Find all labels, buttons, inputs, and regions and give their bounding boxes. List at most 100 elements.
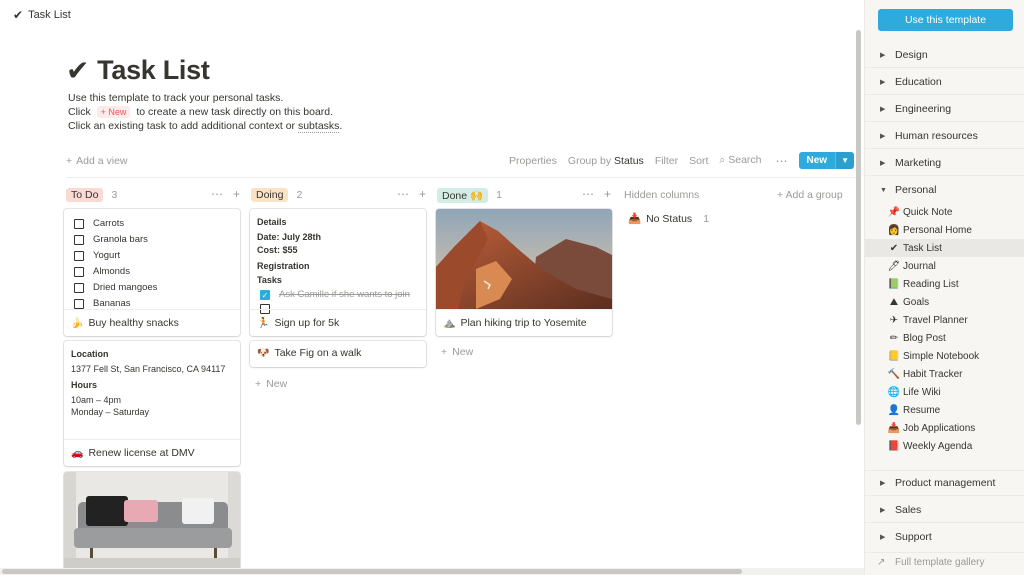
column-count: 1 <box>496 189 502 201</box>
add-view-button[interactable]: + Add a view <box>66 155 128 167</box>
template-journal[interactable]: 🖊 Journal <box>865 257 1024 275</box>
category-label: Engineering <box>895 102 952 115</box>
template-label: Habit Tracker <box>903 368 963 380</box>
prop-label: Hours <box>71 380 98 390</box>
checklist-item[interactable]: Yogurt <box>74 250 120 261</box>
template-blog-post[interactable]: ✏ Blog Post <box>865 329 1024 347</box>
template-travel-planner[interactable]: ✈ Travel Planner <box>865 311 1024 329</box>
status-tag-done: Done 🙌 <box>437 187 489 203</box>
template-label: Travel Planner <box>903 314 968 326</box>
properties-button[interactable]: Properties <box>509 155 557 167</box>
template-task-list[interactable]: ✔ Task List <box>865 239 1024 257</box>
category-human-resources[interactable]: ▶ Human resources <box>865 123 1024 149</box>
horizontal-scrollbar[interactable] <box>2 569 742 574</box>
column-header-doing[interactable]: Doing 2 ⋯ + <box>251 187 426 203</box>
category-label: Design <box>895 48 928 61</box>
checklist-item[interactable]: Carrots <box>74 218 124 229</box>
subtasks-link[interactable]: subtasks <box>297 120 340 133</box>
card-buy-healthy-snacks[interactable]: Carrots Granola bars Yogurt Almonds Drie… <box>64 209 240 336</box>
dog-icon: 🐶 <box>257 347 270 359</box>
inbox-icon: 📥 <box>887 422 901 434</box>
template-job-applications[interactable]: 📥 Job Applications <box>865 419 1024 437</box>
sort-button[interactable]: Sort <box>689 155 708 167</box>
checkbox[interactable] <box>74 266 84 277</box>
template-resume[interactable]: 👤 Resume <box>865 401 1024 419</box>
template-reading-list[interactable]: 📗 Reading List <box>865 275 1024 293</box>
full-template-gallery-link[interactable]: ↗ Full template gallery <box>865 552 1024 572</box>
new-button-label[interactable]: New <box>798 152 836 169</box>
red-book-icon: 📕 <box>887 440 901 452</box>
checklist-text: Carrots <box>93 218 125 229</box>
filter-button[interactable]: Filter <box>655 155 678 167</box>
template-simple-notebook[interactable]: 📒 Simple Notebook <box>865 347 1024 365</box>
checklist-text: Ask Camille if she wants to join <box>279 289 410 300</box>
card-renew-license[interactable]: Location 1377 Fell St, San Francisco, CA… <box>64 341 240 466</box>
new-card-button-done[interactable]: + New <box>441 346 473 358</box>
breadcrumb[interactable]: ✔ Task List <box>13 8 71 22</box>
plus-icon[interactable]: + <box>419 187 426 201</box>
card-title-text: Renew license at DMV <box>88 447 195 459</box>
card-title: 🏃 Sign up for 5k <box>257 317 339 329</box>
more-options-icon[interactable]: ⋯ <box>776 154 789 168</box>
no-status-group[interactable]: 📥 No Status 1 <box>628 212 709 226</box>
category-design[interactable]: ▶ Design <box>865 42 1024 68</box>
column-header-todo[interactable]: To Do 3 ⋯ + <box>66 187 240 203</box>
category-education[interactable]: ▶ Education <box>865 69 1024 95</box>
checklist-item[interactable]: Almonds <box>74 266 130 277</box>
column-header-done[interactable]: Done 🙌 1 ⋯ + <box>437 187 611 203</box>
template-goals[interactable]: ⛰ Goals <box>865 293 1024 311</box>
template-personal-home[interactable]: 👩 Personal Home <box>865 221 1024 239</box>
new-chip: + New <box>96 106 131 118</box>
chevron-down-icon[interactable]: ▼ <box>835 152 854 169</box>
checklist-text: Yogurt <box>93 250 121 261</box>
category-engineering[interactable]: ▶ Engineering <box>865 96 1024 122</box>
prop-value: 1377 Fell St, San Francisco, CA 94117 <box>71 364 226 374</box>
group-by-button[interactable]: Group by Status <box>568 155 644 167</box>
caret-right-icon: ▶ <box>880 132 886 140</box>
checkbox[interactable] <box>74 234 84 245</box>
category-sales[interactable]: ▶ Sales <box>865 497 1024 523</box>
person-icon: 👩 <box>887 224 901 236</box>
template-habit-tracker[interactable]: 🔨 Habit Tracker <box>865 365 1024 383</box>
category-personal[interactable]: ▼ Personal <box>865 177 1024 203</box>
more-options-icon[interactable]: ⋯ <box>397 187 409 201</box>
card-couch[interactable] <box>64 472 240 572</box>
book-icon: 📗 <box>887 278 901 290</box>
use-template-button[interactable]: Use this template <box>878 9 1013 31</box>
more-options-icon[interactable]: ⋯ <box>582 187 594 201</box>
card-take-fig-walk[interactable]: 🐶 Take Fig on a walk <box>250 341 426 367</box>
category-marketing[interactable]: ▶ Marketing <box>865 150 1024 176</box>
caret-right-icon: ▶ <box>880 506 886 514</box>
view-toolbar: + Add a view Properties Group by Status … <box>66 152 854 172</box>
plus-icon: + <box>66 155 73 167</box>
vertical-scrollbar[interactable] <box>856 30 861 425</box>
more-options-icon[interactable]: ⋯ <box>211 187 223 201</box>
new-button[interactable]: New ▼ <box>798 152 854 169</box>
checkbox[interactable] <box>74 282 84 293</box>
new-card-button-doing[interactable]: + New <box>255 378 287 390</box>
couch-image <box>64 472 240 572</box>
plus-icon[interactable]: + <box>604 187 611 201</box>
checkbox[interactable] <box>74 298 84 309</box>
card-divider <box>64 439 240 440</box>
category-support[interactable]: ▶ Support <box>865 524 1024 550</box>
search-button[interactable]: ⌕ Search <box>719 154 761 167</box>
category-product-management[interactable]: ▶ Product management <box>865 470 1024 496</box>
template-quick-note[interactable]: 📌 Quick Note <box>865 203 1024 221</box>
checklist-item[interactable]: Dried mangoes <box>74 282 157 293</box>
page-title[interactable]: ✔ Task List <box>66 54 210 87</box>
checkbox[interactable] <box>74 250 84 261</box>
checkbox-checked[interactable]: ✓ <box>260 289 270 300</box>
card-plan-hiking[interactable]: ⛰️ Plan hiking trip to Yosemite <box>436 209 612 336</box>
plus-icon[interactable]: + <box>233 187 240 201</box>
caret-right-icon: ▶ <box>880 78 886 86</box>
prop-value: Monday – Saturday <box>71 407 150 417</box>
add-group-button[interactable]: + Add a group <box>777 189 843 201</box>
template-life-wiki[interactable]: 🌐 Life Wiki <box>865 383 1024 401</box>
template-weekly-agenda[interactable]: 📕 Weekly Agenda <box>865 437 1024 455</box>
checkbox[interactable] <box>74 218 84 229</box>
card-sign-up-5k[interactable]: Details Date: July 28th Cost: $55 Regist… <box>250 209 426 336</box>
checklist-item[interactable]: ✓ Ask Camille if she wants to join <box>260 289 410 300</box>
checklist-item[interactable]: Bananas <box>74 298 131 309</box>
checklist-item[interactable]: Granola bars <box>74 234 148 245</box>
